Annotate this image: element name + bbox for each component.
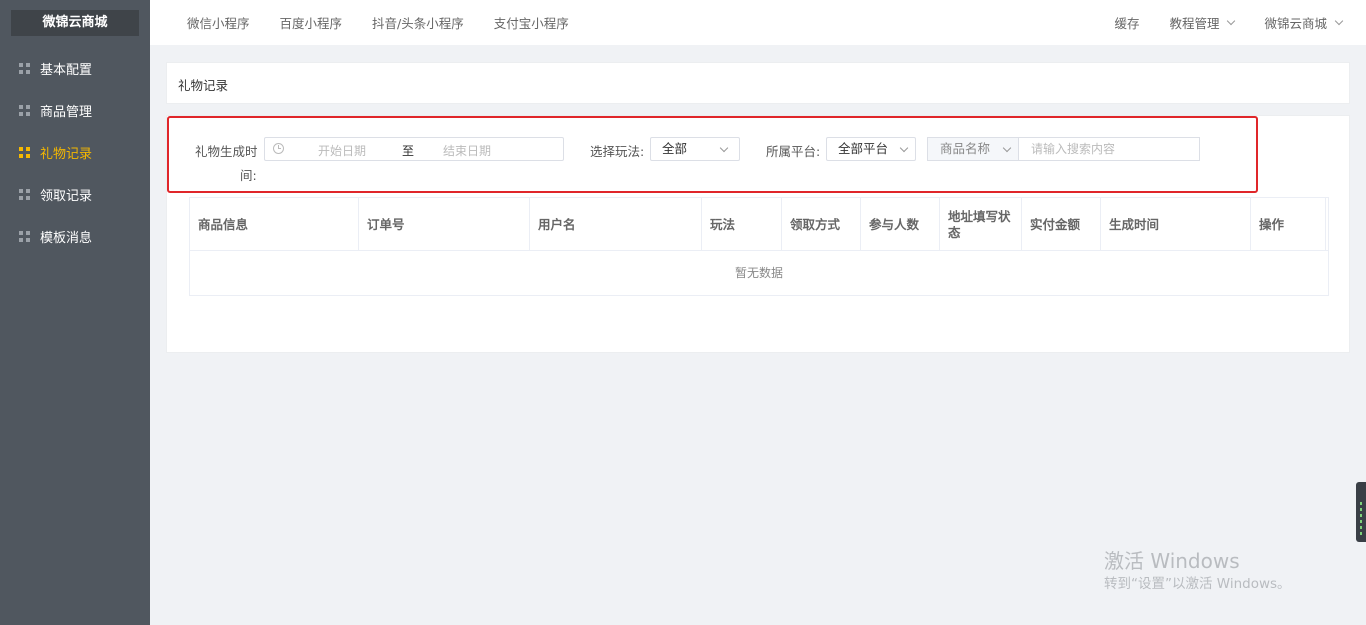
platform-select[interactable]: 全部平台 bbox=[826, 137, 916, 161]
col-address-status: 地址填写状态 bbox=[940, 198, 1022, 251]
sidebar-item-label: 礼物记录 bbox=[40, 146, 93, 162]
platform-select-value: 全部平台 bbox=[838, 141, 889, 156]
topnav-alipay[interactable]: 支付宝小程序 bbox=[494, 13, 569, 32]
side-widget[interactable] bbox=[1356, 482, 1366, 542]
main-card: 礼物生成时 间: 开始日期 至 结束日期 选择玩法: 全部 所属平台: 全部平台… bbox=[166, 115, 1350, 353]
topnav-baidu[interactable]: 百度小程序 bbox=[280, 13, 343, 32]
topnav-douyin[interactable]: 抖音/头条小程序 bbox=[372, 13, 464, 32]
clock-icon bbox=[273, 143, 284, 154]
grid-icon bbox=[19, 104, 30, 116]
chevron-down-icon bbox=[899, 143, 909, 153]
page-title: 礼物记录 bbox=[178, 78, 229, 93]
sidebar-menu: 基本配置 商品管理 礼物记录 领取记录 模板消息 bbox=[0, 47, 150, 257]
empty-state: 暂无数据 bbox=[734, 266, 783, 280]
search-input[interactable] bbox=[1018, 137, 1200, 161]
col-actions: 操作 bbox=[1251, 198, 1326, 251]
gift-records-table: 商品信息 订单号 用户名 玩法 领取方式 参与人数 地址填写状态 实付金额 生成… bbox=[189, 197, 1329, 296]
search-field-select[interactable]: 商品名称 bbox=[927, 137, 1019, 161]
end-date-input[interactable]: 结束日期 bbox=[443, 142, 491, 159]
cache-label: 缓存 bbox=[1114, 16, 1140, 31]
account-dropdown[interactable]: 微锦云商城 bbox=[1264, 13, 1344, 32]
search-group: 商品名称 bbox=[927, 137, 1200, 161]
grid-icon bbox=[19, 146, 30, 158]
top-nav: 微信小程序 百度小程序 抖音/头条小程序 支付宝小程序 bbox=[187, 0, 599, 45]
sidebar-item-label: 领取记录 bbox=[40, 188, 93, 204]
chevron-down-icon bbox=[1002, 143, 1012, 153]
topnav-wechat[interactable]: 微信小程序 bbox=[187, 13, 250, 32]
play-select-value: 全部 bbox=[662, 141, 688, 156]
sidebar-item-label: 模板消息 bbox=[40, 230, 93, 246]
watermark-subtitle: 转到“设置”以激活 Windows。 bbox=[1104, 576, 1291, 592]
top-bar: 微信小程序 百度小程序 抖音/头条小程序 支付宝小程序 缓存 教程管理 微锦云商… bbox=[150, 0, 1366, 45]
chevron-down-icon bbox=[1227, 16, 1236, 25]
top-right-menu: 缓存 教程管理 微锦云商城 bbox=[1084, 0, 1344, 45]
chevron-down-icon bbox=[719, 143, 729, 153]
grid-icon bbox=[19, 188, 30, 200]
search-field-value: 商品名称 bbox=[940, 141, 991, 156]
sidebar-item-basic-config[interactable]: 基本配置 bbox=[0, 47, 150, 89]
sidebar-item-label: 商品管理 bbox=[40, 104, 93, 120]
col-created-time: 生成时间 bbox=[1101, 198, 1251, 251]
col-participants: 参与人数 bbox=[861, 198, 940, 251]
sidebar-item-gift-records[interactable]: 礼物记录 bbox=[0, 131, 150, 173]
col-order-no: 订单号 bbox=[359, 198, 530, 251]
platform-filter-label: 所属平台: bbox=[766, 144, 821, 159]
tutorial-dropdown[interactable]: 教程管理 bbox=[1169, 13, 1236, 32]
sidebar-item-label: 基本配置 bbox=[40, 62, 93, 78]
date-range-picker[interactable]: 开始日期 至 结束日期 bbox=[264, 137, 564, 161]
table-header: 商品信息 订单号 用户名 玩法 领取方式 参与人数 地址填写状态 实付金额 生成… bbox=[190, 198, 1328, 251]
cache-button[interactable]: 缓存 bbox=[1114, 13, 1139, 32]
sidebar-item-claim-records[interactable]: 领取记录 bbox=[0, 173, 150, 215]
watermark-title: 激活 Windows bbox=[1104, 549, 1240, 573]
date-separator: 至 bbox=[402, 144, 415, 158]
app-logo[interactable]: 微锦云商城 bbox=[11, 10, 139, 36]
col-paid-amount: 实付金额 bbox=[1022, 198, 1101, 251]
account-label: 微锦云商城 bbox=[1264, 16, 1327, 31]
play-select[interactable]: 全部 bbox=[650, 137, 740, 161]
grid-icon bbox=[19, 230, 30, 242]
date-filter-label: 礼物生成时 bbox=[195, 144, 258, 159]
sidebar-item-template-messages[interactable]: 模板消息 bbox=[0, 215, 150, 257]
breadcrumb: 礼物记录 bbox=[166, 62, 1350, 104]
tutorial-label: 教程管理 bbox=[1169, 16, 1220, 31]
grid-icon bbox=[19, 62, 30, 74]
chevron-down-icon bbox=[1334, 16, 1344, 25]
start-date-input[interactable]: 开始日期 bbox=[318, 142, 366, 159]
col-play: 玩法 bbox=[702, 198, 782, 251]
sidebar: 微锦云商城 基本配置 商品管理 礼物记录 领取记录 模板消息 bbox=[0, 0, 150, 625]
date-filter-label-cont: 间: bbox=[240, 168, 257, 183]
sidebar-item-goods[interactable]: 商品管理 bbox=[0, 89, 150, 131]
col-username: 用户名 bbox=[530, 198, 702, 251]
play-filter-label: 选择玩法: bbox=[590, 144, 645, 159]
col-claim-method: 领取方式 bbox=[782, 198, 861, 251]
col-goods-info: 商品信息 bbox=[190, 198, 359, 251]
